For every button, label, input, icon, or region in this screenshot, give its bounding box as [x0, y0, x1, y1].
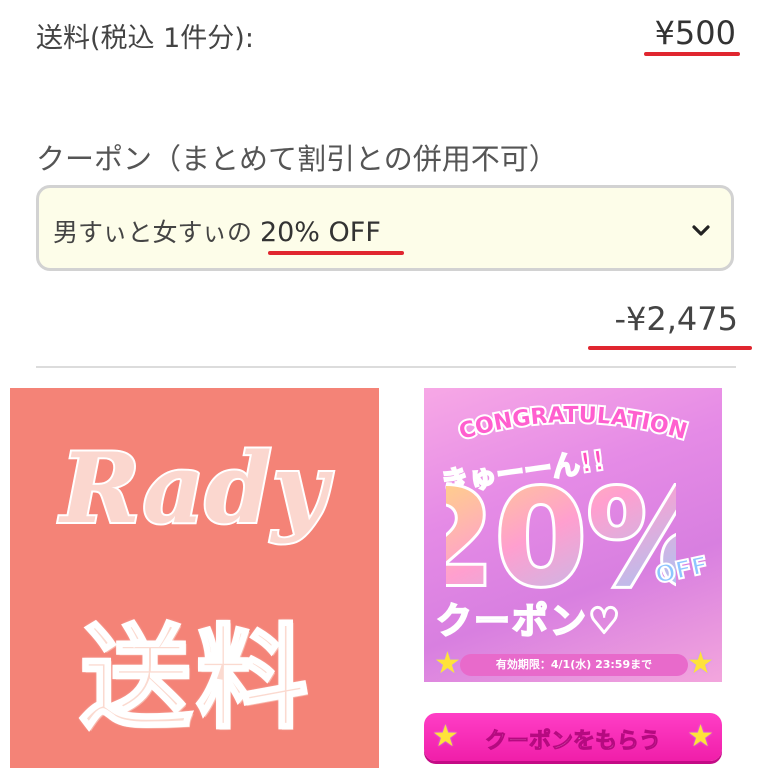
discount-number-graphic: 20%: [446, 459, 676, 604]
coupon-congrats-banner[interactable]: CONGRATULATION きゅーーん!! 20% OFF クーポン♡ ★ ★…: [424, 388, 722, 682]
coupon-value-underline: [268, 251, 404, 255]
coupon-select[interactable]: 男すぃと女すぃの 20% OFF: [36, 185, 734, 271]
banner-caption: 送料: [79, 613, 312, 746]
discount-underline: [588, 346, 752, 350]
coupon-heading: クーポン（まとめて割引との併用不可）: [36, 142, 558, 176]
star-icon: ★: [687, 646, 714, 681]
shipping-row: 送料(税込 1件分): ¥500: [36, 14, 736, 58]
rady-logo-text: Rady: [57, 432, 333, 545]
shipping-price: ¥500: [654, 14, 736, 52]
shipping-price-underline: [644, 52, 740, 56]
star-icon: ★: [434, 646, 461, 681]
divider: [36, 366, 736, 368]
discount-amount: -¥2,475: [614, 300, 738, 338]
star-icon: ★: [687, 719, 714, 754]
get-coupon-button[interactable]: ★ クーポンをもらう ★: [424, 713, 722, 761]
coupon-selected-value: 男すぃと女すぃの 20% OFF: [53, 213, 381, 249]
shipping-label: 送料(税込 1件分):: [36, 23, 254, 54]
congratulation-text: CONGRATULATION: [454, 402, 691, 447]
coupon-text: クーポン♡: [435, 600, 623, 643]
rady-logo: Rady: [55, 430, 335, 547]
chevron-down-icon: [692, 225, 710, 236]
coupon-selected-highlight: 20% OFF: [259, 217, 381, 248]
coupon-selected-prefix: 男すぃと女すぃの: [53, 218, 260, 247]
rady-shipping-banner[interactable]: Rady 送料: [10, 388, 379, 768]
svg-text:CONGRATULATION: CONGRATULATION: [456, 403, 689, 445]
get-coupon-label: クーポンをもらう: [484, 729, 661, 755]
discount-number: 20%: [446, 462, 676, 604]
expiry-text: 有効期限：4/1(水) 23:59まで: [460, 654, 688, 676]
